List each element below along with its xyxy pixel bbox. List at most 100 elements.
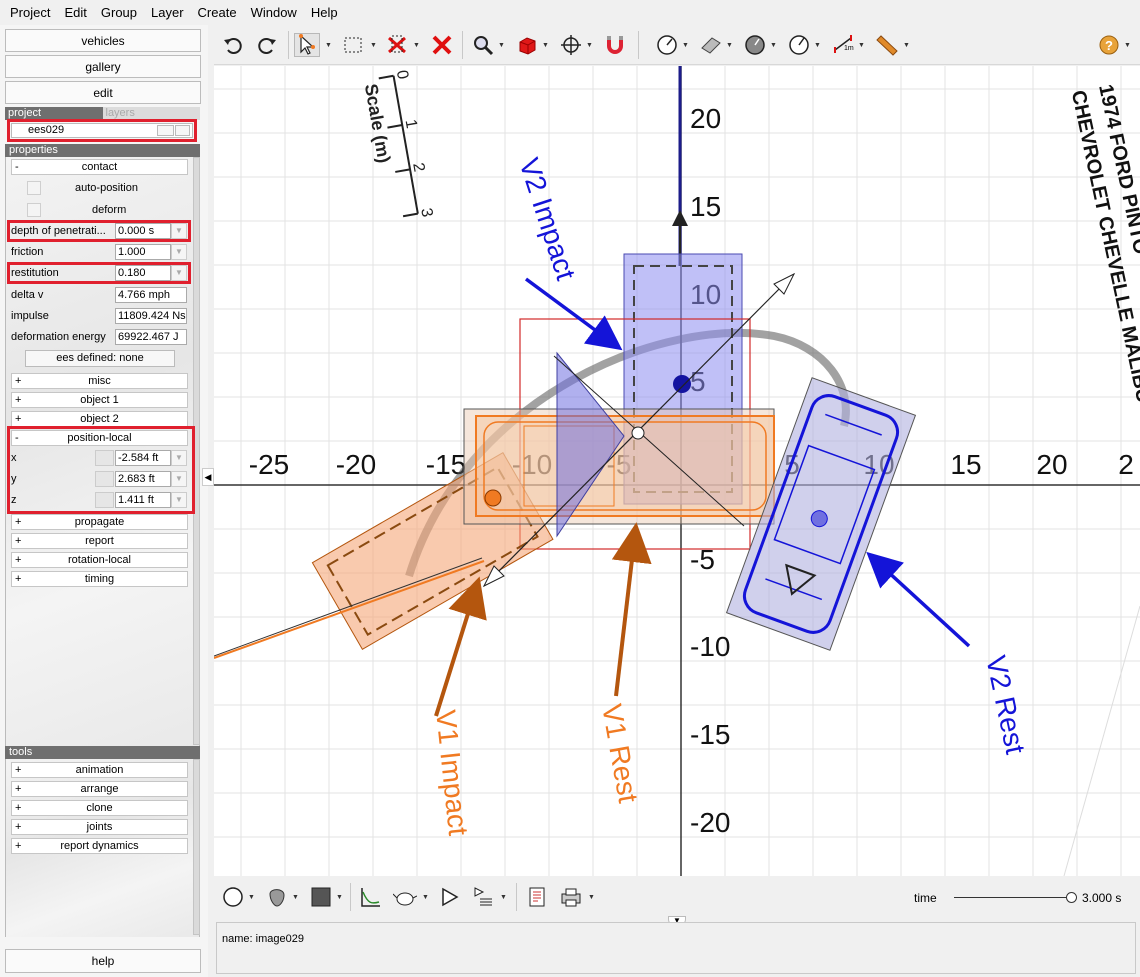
menu-edit[interactable]: Edit — [57, 0, 93, 25]
highlight-depth — [7, 220, 191, 242]
dial-filled-icon[interactable] — [742, 33, 768, 57]
dial-filled-dropdown-icon[interactable]: ▼ — [770, 42, 777, 49]
zoom-icon[interactable] — [470, 33, 496, 57]
crop-x-icon[interactable] — [384, 33, 410, 57]
tape-dropdown-icon[interactable]: ▼ — [903, 42, 910, 49]
circle-icon[interactable] — [220, 885, 246, 909]
tool-animation[interactable]: + animation — [11, 762, 188, 778]
v1-center-marker — [484, 489, 502, 507]
highlight-project-name — [7, 119, 197, 142]
deform-row[interactable]: deform — [27, 202, 126, 218]
dial-dropdown-icon[interactable]: ▼ — [682, 42, 689, 49]
scene-canvas[interactable]: -25-20-15-10-551015202 2015105-5-10-15-2… — [214, 66, 1140, 876]
group-rotation-local[interactable]: + rotation-local — [11, 552, 188, 568]
square-dropdown-icon[interactable]: ▼ — [336, 894, 343, 901]
select-arrow-icon[interactable] — [294, 33, 320, 57]
blob-icon[interactable] — [264, 885, 290, 909]
group-timing[interactable]: + timing — [11, 571, 188, 587]
cube-dropdown-icon[interactable]: ▼ — [542, 42, 549, 49]
ramp-dropdown-icon[interactable]: ▼ — [726, 42, 733, 49]
crop-dropdown-icon[interactable]: ▼ — [413, 42, 420, 49]
menu-layer[interactable]: Layer — [144, 0, 191, 25]
play-list-dropdown-icon[interactable]: ▼ — [500, 894, 507, 901]
delete-x-icon[interactable] — [429, 33, 455, 57]
play-list-icon[interactable] — [470, 885, 496, 909]
zoom-dropdown-icon[interactable]: ▼ — [498, 42, 505, 49]
move-icon[interactable] — [558, 33, 584, 57]
scale-tick-0: 0 — [393, 69, 411, 81]
blob-dropdown-icon[interactable]: ▼ — [292, 894, 299, 901]
play-icon[interactable] — [436, 885, 462, 909]
ees-defined-button[interactable]: ees defined: none — [25, 350, 175, 367]
highlight-restitution — [7, 262, 191, 284]
page-edge-line — [1063, 605, 1140, 876]
measure-1m-icon[interactable]: 1m — [830, 33, 856, 57]
expand-sign: + — [15, 840, 22, 852]
deform-checkbox[interactable] — [27, 203, 41, 217]
scene-svg: -25-20-15-10-551015202 2015105-5-10-15-2… — [214, 66, 1140, 876]
help-dropdown-icon[interactable]: ▼ — [1124, 42, 1131, 49]
graph-icon[interactable] — [358, 885, 384, 909]
auto-position-row[interactable]: auto-position — [27, 180, 138, 196]
y-tick-label: -20 — [690, 807, 730, 838]
v1-rest-vehicle[interactable] — [475, 415, 775, 517]
expand-sign: + — [15, 783, 22, 795]
square-icon[interactable] — [308, 885, 334, 909]
move-dropdown-icon[interactable]: ▼ — [586, 42, 593, 49]
impulse-value: 11809.424 Ns — [115, 308, 187, 324]
teapot-dropdown-icon[interactable]: ▼ — [422, 894, 429, 901]
tool-clone-label: clone — [86, 802, 113, 814]
auto-position-checkbox[interactable] — [27, 181, 41, 195]
v2-rest-arrow-icon — [866, 551, 971, 648]
tool-joints[interactable]: + joints — [11, 819, 188, 835]
report-icon[interactable] — [524, 885, 550, 909]
collapse-panel-arrow-icon[interactable]: ◀ — [202, 468, 214, 486]
group-report[interactable]: + report — [11, 533, 188, 549]
friction-field[interactable]: 1.000 — [115, 244, 171, 260]
time-slider-knob[interactable] — [1066, 892, 1077, 903]
dial-icon[interactable] — [654, 33, 680, 57]
group-propagate[interactable]: + propagate — [11, 514, 188, 530]
tool-clone[interactable]: + clone — [11, 800, 188, 816]
print-dropdown-icon[interactable]: ▼ — [588, 894, 595, 901]
print-icon[interactable] — [558, 885, 584, 909]
menu-project[interactable]: Project — [3, 0, 57, 25]
group-contact[interactable]: - contact — [11, 159, 188, 175]
menu-group[interactable]: Group — [94, 0, 144, 25]
magnet-icon[interactable] — [602, 33, 628, 57]
time-slider-track[interactable] — [954, 897, 1072, 898]
dial-outline-dropdown-icon[interactable]: ▼ — [814, 42, 821, 49]
redo-icon[interactable] — [254, 33, 280, 57]
menu-window[interactable]: Window — [244, 0, 304, 25]
select-dropdown-icon[interactable]: ▼ — [325, 42, 332, 49]
tool-arrange[interactable]: + arrange — [11, 781, 188, 797]
teapot-icon[interactable] — [392, 885, 418, 909]
v1-rest-arrow-icon — [611, 522, 652, 697]
vehicles-button[interactable]: vehicles — [5, 29, 201, 52]
tools-scrollbar[interactable] — [193, 759, 200, 935]
menu-help[interactable]: Help — [304, 0, 345, 25]
select-box-icon[interactable] — [340, 33, 366, 57]
edit-button[interactable]: edit — [5, 81, 201, 104]
circle-dropdown-icon[interactable]: ▼ — [248, 894, 255, 901]
info-panel: name: image029 — [216, 922, 1136, 974]
tape-icon[interactable] — [874, 33, 900, 57]
help-button[interactable]: help — [5, 949, 201, 973]
cube-icon[interactable] — [514, 33, 540, 57]
expand-sign: + — [15, 516, 22, 528]
expand-sign: + — [15, 821, 22, 833]
toolbar-separator — [462, 31, 463, 59]
select-box-dropdown-icon[interactable]: ▼ — [370, 42, 377, 49]
menu-create[interactable]: Create — [191, 0, 244, 25]
dial-outline-icon[interactable] — [786, 33, 812, 57]
group-misc[interactable]: + misc — [11, 373, 188, 389]
group-object-2[interactable]: + object 2 — [11, 411, 188, 427]
ramp-icon[interactable] — [698, 33, 724, 57]
group-object-1[interactable]: + object 1 — [11, 392, 188, 408]
undo-icon[interactable] — [220, 33, 246, 57]
friction-spinner[interactable]: ▼ — [171, 244, 187, 260]
help-icon[interactable]: ? — [1096, 33, 1122, 57]
gallery-button[interactable]: gallery — [5, 55, 201, 78]
measure-dropdown-icon[interactable]: ▼ — [858, 42, 865, 49]
tool-report-dynamics[interactable]: + report dynamics — [11, 838, 188, 854]
